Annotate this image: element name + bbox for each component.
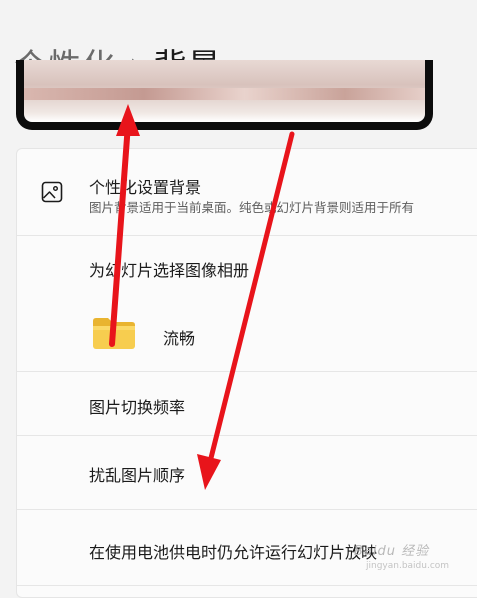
album-label: 为幻灯片选择图像相册 <box>89 261 250 280</box>
picture-icon <box>41 181 63 203</box>
background-preview <box>16 60 433 130</box>
folder-icon[interactable] <box>91 315 137 351</box>
background-title: 个性化设置背景 <box>89 178 202 197</box>
shuffle-row[interactable]: 扰乱图片顺序 <box>17 435 477 510</box>
battery-label: 在使用电池供电时仍允许运行幻灯片放映 <box>89 543 378 562</box>
background-settings-card: 个性化设置背景 图片背景适用于当前桌面。纯色或幻灯片背景则适用于所有 为幻灯片选… <box>16 148 477 598</box>
watermark-text: Baidu 经验 <box>354 544 430 559</box>
background-description: 图片背景适用于当前桌面。纯色或幻灯片背景则适用于所有 <box>89 200 415 215</box>
slideshow-album-row: 为幻灯片选择图像相册 流畅 <box>17 235 477 372</box>
album-folder-name[interactable]: 流畅 <box>163 325 195 349</box>
shuffle-label: 扰乱图片顺序 <box>89 466 186 485</box>
watermark-url: jingyan.baidu.com <box>366 561 450 571</box>
personalize-background-row[interactable]: 个性化设置背景 图片背景适用于当前桌面。纯色或幻灯片背景则适用于所有 <box>17 149 477 236</box>
interval-label: 图片切换频率 <box>89 398 186 417</box>
watermark: Baidu 经验 <box>354 540 429 559</box>
picture-interval-row[interactable]: 图片切换频率 <box>17 371 477 436</box>
